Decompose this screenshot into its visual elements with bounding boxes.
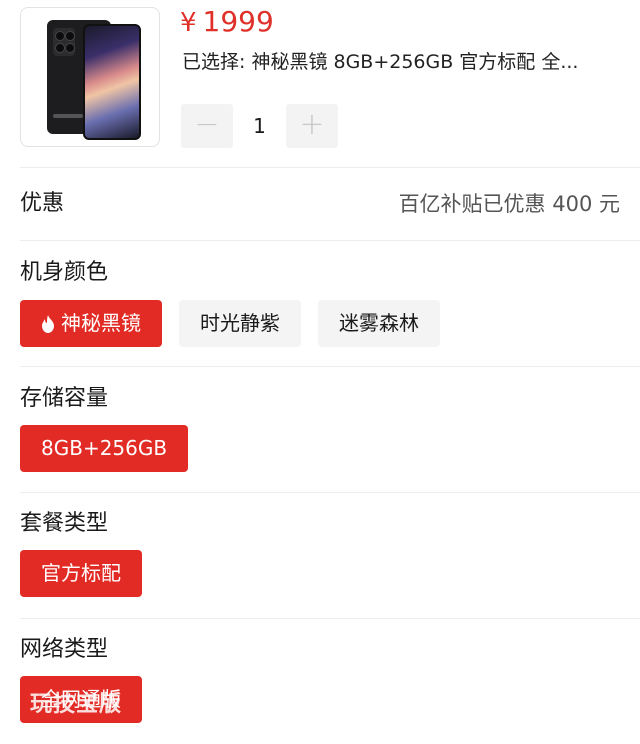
storage-option-label: 8GB+256GB	[41, 436, 168, 460]
network-option-label: 全网通版	[41, 687, 121, 711]
promo-value: 百亿补贴已优惠 400 元	[398, 192, 620, 216]
storage-option-selected[interactable]: 8GB+256GB	[20, 425, 189, 472]
color-option-selected[interactable]: 神秘黑镜	[20, 300, 162, 347]
package-section-title: 套餐类型	[20, 511, 109, 536]
quantity-decrease-button[interactable]: −	[181, 104, 233, 148]
quantity-value[interactable]: 1	[233, 104, 286, 148]
storage-section: 存储容量 8GB+256GB	[0, 367, 640, 492]
color-options: 神秘黑镜 时光静紫 迷雾森林	[20, 300, 440, 347]
color-section-title: 机身颜色	[20, 260, 109, 285]
network-section: 网络类型 全网通版	[0, 619, 640, 744]
camera-module	[53, 28, 75, 56]
brand-mark	[53, 114, 83, 118]
product-summary: ¥1999 已选择: 神秘黑镜 8GB+256GB 官方标配 全... − 1 …	[0, 0, 640, 167]
network-option-selected[interactable]: 全网通版	[20, 676, 142, 723]
product-thumbnail[interactable]	[20, 7, 160, 147]
network-section-title: 网络类型	[20, 637, 109, 662]
promo-row[interactable]: 优惠 百亿补贴已优惠 400 元	[0, 168, 640, 240]
package-section: 套餐类型 官方标配	[0, 493, 640, 618]
storage-options: 8GB+256GB	[20, 425, 189, 472]
color-option-label: 神秘黑镜	[61, 311, 141, 335]
phone-front-image	[83, 24, 141, 140]
package-option-selected[interactable]: 官方标配	[20, 550, 142, 597]
storage-section-title: 存储容量	[20, 386, 109, 411]
selected-options-text[interactable]: 已选择: 神秘黑镜 8GB+256GB 官方标配 全...	[182, 48, 622, 76]
color-option-label: 迷雾森林	[339, 311, 419, 335]
package-option-label: 官方标配	[41, 561, 121, 585]
color-option[interactable]: 迷雾森林	[318, 300, 440, 347]
currency-symbol: ¥	[180, 8, 197, 38]
promo-label: 优惠	[20, 191, 65, 216]
flame-icon	[42, 314, 54, 333]
product-price: ¥1999	[180, 4, 274, 41]
package-options: 官方标配	[20, 550, 142, 597]
quantity-increase-button[interactable]: +	[286, 104, 338, 148]
color-option[interactable]: 时光静紫	[179, 300, 301, 347]
color-section: 机身颜色 神秘黑镜 时光静紫 迷雾森林	[0, 241, 640, 366]
color-option-label: 时光静紫	[200, 311, 280, 335]
price-value: 1999	[202, 5, 274, 38]
network-options: 全网通版	[20, 676, 142, 723]
